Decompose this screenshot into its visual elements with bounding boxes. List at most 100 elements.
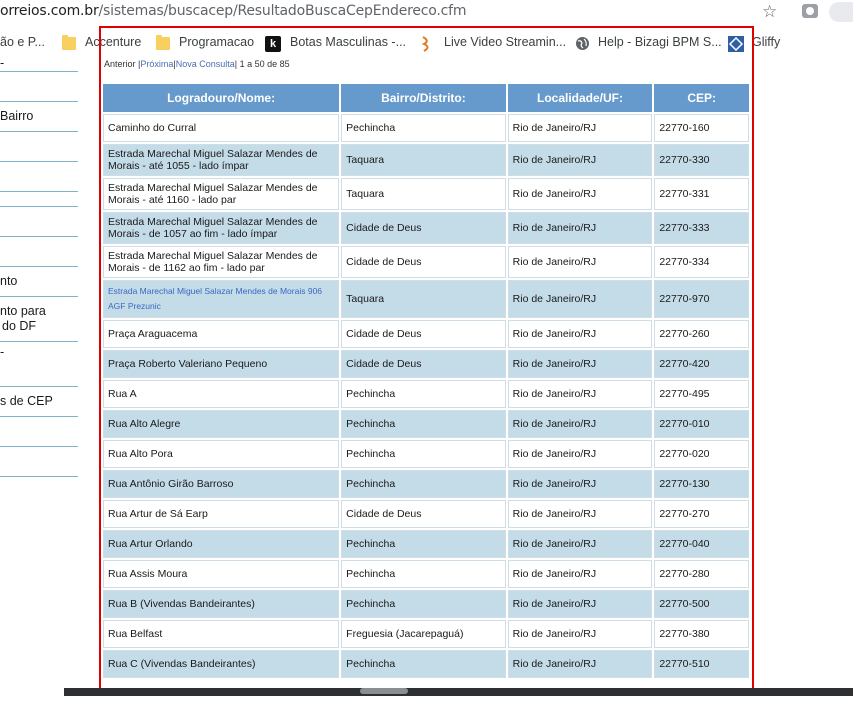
divider (0, 296, 78, 297)
url-host: orreios.com.br (0, 3, 99, 19)
divider (0, 446, 78, 447)
cell-cep: 22770-334 (654, 246, 749, 278)
cell-cep: 22770-280 (654, 560, 749, 588)
cell-logradouro: Rua C (Vivendas Bandeirantes) (103, 650, 340, 678)
cell-cep: 22770-970 (654, 280, 749, 318)
cell-bairro: Pechincha (341, 380, 506, 408)
cell-cep: 22770-510 (654, 650, 749, 678)
cell-logradouro: Rua B (Vivendas Bandeirantes) (103, 590, 340, 618)
cell-bairro: Pechincha (341, 530, 506, 558)
table-row: Caminho do Curral Pechincha Rio de Janeiro… (103, 114, 749, 142)
table-row: Rua Alto Pora Pechincha Rio de Janeiro/RJ 2… (103, 440, 749, 468)
cell-localidade: Rio de Janeiro/RJ (507, 620, 653, 648)
divider (0, 191, 78, 192)
bookmark-star-icon[interactable]: ☆ (762, 2, 777, 22)
table-row: Estrada Marechal Miguel Salazar Mendes d… (103, 178, 749, 210)
sidebar-item-bairro[interactable]: Bairro (0, 109, 33, 124)
cell-localidade: Rio de Janeiro/RJ (507, 212, 653, 244)
cell-logradouro: Rua Alto Pora (103, 440, 340, 468)
cell-logradouro: Rua Assis Moura (103, 560, 340, 588)
cell-cep: 22770-330 (654, 144, 749, 176)
divider (0, 206, 78, 207)
pager-next-link[interactable]: Próxima (140, 59, 173, 69)
divider (0, 476, 78, 477)
cell-bairro: Cidade de Deus (341, 246, 506, 278)
cell-bairro: Pechincha (341, 114, 506, 142)
cell-bairro: Cidade de Deus (341, 320, 506, 348)
cell-localidade: Rio de Janeiro/RJ (507, 246, 653, 278)
stream-icon (420, 35, 434, 58)
sidebar-item-cep[interactable]: s de CEP (0, 394, 53, 409)
bookmark-botas[interactable]: Botas Masculinas -... (290, 35, 406, 49)
table-row: Estrada Marechal Miguel Salazar Mendes d… (103, 280, 749, 318)
cell-localidade: Rio de Janeiro/RJ (507, 178, 653, 210)
table-row: Praça Roberto Valeriano Pequeno Cidade de… (103, 350, 749, 378)
cell-cep: 22770-333 (654, 212, 749, 244)
cell-logradouro: Estrada Marechal Miguel Salazar Mendes d… (103, 246, 340, 278)
folder-icon (156, 35, 170, 50)
bookmarks-bar: ão e P... Accenture Programacao k Botas … (0, 26, 853, 62)
column-header-bairro: Bairro/Distrito: (341, 84, 506, 112)
column-header-localidade: Localidade/UF: (507, 84, 653, 112)
cell-bairro: Pechincha (341, 410, 506, 438)
sidebar-item-nto-para[interactable]: nto para (0, 304, 46, 319)
cell-logradouro: Rua Artur de Sá Earp (103, 500, 340, 528)
cell-bairro: Pechincha (341, 590, 506, 618)
cell-logradouro: Rua Belfast (103, 620, 340, 648)
cell-bairro: Pechincha (341, 650, 506, 678)
cell-localidade: Rio de Janeiro/RJ (507, 500, 653, 528)
column-header-cep: CEP: (654, 84, 749, 112)
bookmark-accenture[interactable]: Accenture (85, 35, 141, 49)
divider (0, 71, 78, 72)
cell-cep: 22770-270 (654, 500, 749, 528)
cell-bairro: Pechincha (341, 560, 506, 588)
cell-logradouro[interactable]: Estrada Marechal Miguel Salazar Mendes d… (103, 280, 340, 318)
bookmark-bizagi[interactable]: Help - Bizagi BPM S... (598, 35, 722, 49)
folder-icon (62, 35, 76, 50)
pager-prev[interactable]: Anterior (104, 59, 136, 69)
cell-logradouro: Estrada Marechal Miguel Salazar Mendes d… (103, 178, 340, 210)
bookmark-partial[interactable]: ão e P... (0, 35, 45, 49)
table-row: Praça Araguacema Cidade de Deus Rio de Jan… (103, 320, 749, 348)
cell-cep: 22770-040 (654, 530, 749, 558)
cell-cep: 22770-420 (654, 350, 749, 378)
bookmark-programacao[interactable]: Programacao (179, 35, 254, 49)
cell-logradouro: Rua A (103, 380, 340, 408)
divider (0, 266, 78, 267)
gliffy-icon (728, 36, 744, 52)
cell-logradouro: Caminho do Curral (103, 114, 340, 142)
table-header-row: Logradouro/Nome: Bairro/Distrito: Locali… (103, 84, 749, 112)
cell-localidade: Rio de Janeiro/RJ (507, 650, 653, 678)
new-search-link[interactable]: Nova Consulta (176, 59, 235, 69)
cell-bairro: Taquara (341, 178, 506, 210)
sidebar-fragment: - (0, 56, 5, 70)
address-bar[interactable]: orreios.com.br/sistemas/buscacep/Resulta… (0, 0, 853, 26)
sidebar-item-nto[interactable]: nto (0, 274, 17, 289)
cell-localidade: Rio de Janeiro/RJ (507, 530, 653, 558)
cell-bairro: Taquara (341, 144, 506, 176)
table-row: Rua Artur Orlando Pechincha Rio de Janeiro… (103, 530, 749, 558)
column-header-logradouro: Logradouro/Nome: (103, 84, 340, 112)
cell-logradouro: Rua Artur Orlando (103, 530, 340, 558)
divider (0, 416, 78, 417)
globe-icon (575, 36, 590, 56)
cell-cep: 22770-010 (654, 410, 749, 438)
horizontal-scrollbar-thumb[interactable] (360, 688, 408, 694)
table-row: Rua C (Vivendas Bandeirantes) Pechincha Ri… (103, 650, 749, 678)
table-row: Rua Artur de Sá Earp Cidade de Deus Rio de… (103, 500, 749, 528)
cell-bairro: Pechincha (341, 440, 506, 468)
sidebar-item-do-df[interactable]: do DF (2, 319, 36, 334)
profile-icon[interactable] (829, 2, 853, 22)
cell-cep: 22770-331 (654, 178, 749, 210)
cell-bairro: Cidade de Deus (341, 350, 506, 378)
cell-localidade: Rio de Janeiro/RJ (507, 320, 653, 348)
bookmark-gliffy[interactable]: Gliffy (752, 35, 780, 49)
sidebar-fragment: - (0, 345, 5, 359)
url-text[interactable]: orreios.com.br/sistemas/buscacep/Resulta… (0, 3, 467, 19)
cell-localidade: Rio de Janeiro/RJ (507, 144, 653, 176)
cell-localidade: Rio de Janeiro/RJ (507, 350, 653, 378)
extension-icon[interactable] (802, 4, 818, 18)
divider (0, 236, 78, 237)
bookmark-live-video[interactable]: Live Video Streamin... (444, 35, 566, 49)
cell-cep: 22770-380 (654, 620, 749, 648)
